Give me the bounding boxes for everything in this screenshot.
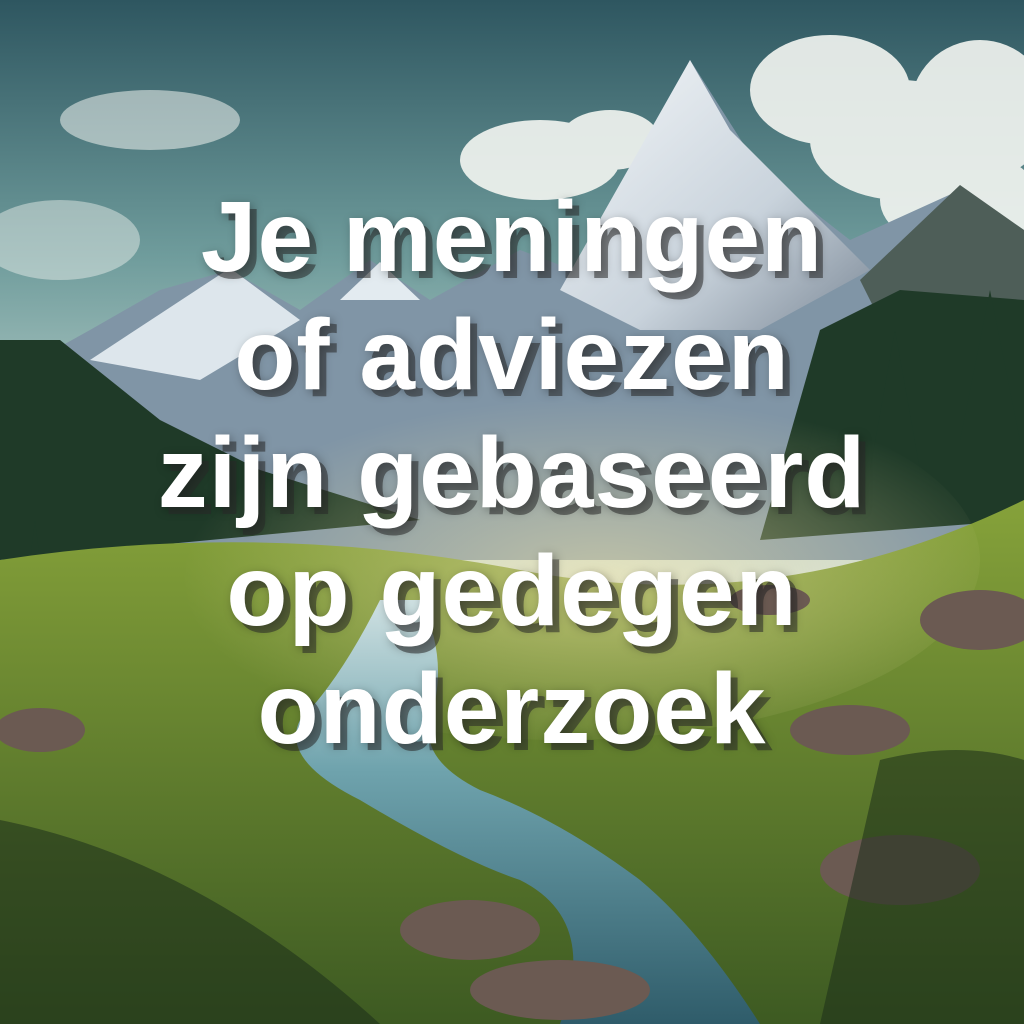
- quote-text: Je meningen of adviezen zijn gebaseerd o…: [0, 178, 1024, 768]
- quote-line: onderzoek: [257, 653, 767, 765]
- quote-line: op gedegen: [226, 535, 798, 647]
- poster: Je meningen of adviezen zijn gebaseerd o…: [0, 0, 1024, 1024]
- quote-line: Je meningen: [200, 181, 824, 293]
- quote-line: zijn gebaseerd: [157, 417, 867, 529]
- quote-line: of adviezen: [234, 299, 790, 411]
